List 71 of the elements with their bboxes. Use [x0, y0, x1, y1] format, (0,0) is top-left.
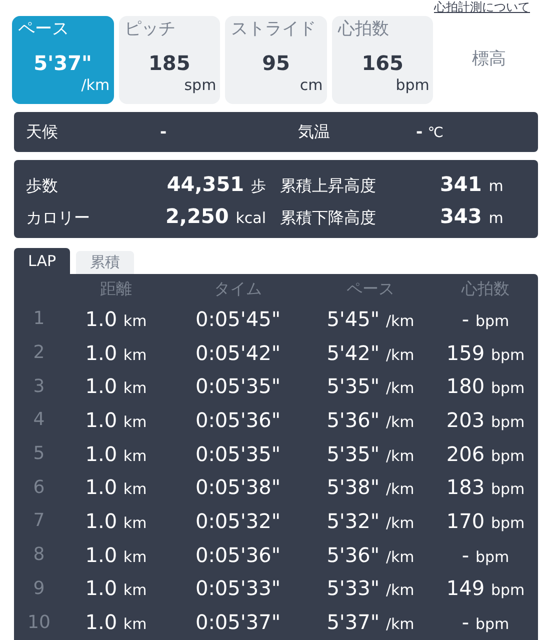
weather-value: -	[160, 121, 167, 143]
distance-cell-text: 1.0 km	[84, 373, 148, 400]
distance-cell-text: 1.0 km	[84, 575, 148, 602]
distance-cell-text: 1.0 km	[84, 406, 148, 434]
distance-cell-text: 1.0 km	[84, 340, 148, 367]
pace-cell-text: 5'38" /km	[326, 474, 416, 502]
distance-cell-text: 1.0 km	[84, 474, 148, 502]
heart-rate-cell-text: - bpm	[460, 609, 510, 636]
column-header: 心拍数	[460, 278, 510, 300]
heart-rate-cell-text: 149 bpm	[445, 575, 526, 602]
metric-tile[interactable]: 心拍数 165 bpm	[332, 16, 434, 104]
heart-rate-cell-text: - bpm	[460, 306, 510, 333]
distance-cell-text: 1.0 km	[84, 609, 148, 636]
time-cell-text: 0:05'33"	[194, 575, 282, 602]
column-header: ペース	[346, 278, 396, 300]
distance-cell-text: 1.0 km	[84, 508, 148, 535]
lap-number: 4	[32, 408, 46, 432]
distance-cell-text: 1.0 km	[84, 542, 148, 569]
pace-cell-text: 5'36" /km	[326, 406, 416, 434]
stat-value: 341 m	[439, 171, 504, 198]
lap-number: 9	[32, 576, 46, 601]
time-cell-text: 0:05'35"	[194, 440, 282, 468]
time-cell-text: 0:05'32"	[194, 508, 282, 535]
stat-value: 343 m	[439, 203, 504, 230]
pace-cell-text: 5'35" /km	[326, 373, 416, 400]
heart-rate-cell-text: 170 bpm	[445, 508, 526, 535]
pace-cell-text: 5'35" /km	[326, 440, 416, 468]
column-header: タイム	[213, 278, 263, 300]
stat-label: 累積下降高度	[279, 207, 377, 229]
heart-rate-info-link[interactable]: 心拍計測について	[434, 0, 530, 15]
heart-rate-cell-text: 206 bpm	[445, 440, 526, 468]
stat-label: カロリー	[26, 207, 91, 229]
time-cell-text: 0:05'45"	[194, 306, 282, 333]
lap-number: 1	[32, 307, 46, 332]
lap-number: 6	[32, 476, 46, 500]
stat-value: 2,250 kcal	[164, 203, 266, 230]
lap-number: 10	[26, 610, 52, 635]
heart-rate-cell-text: 159 bpm	[445, 340, 526, 367]
heart-rate-cell-text: 180 bpm	[445, 373, 526, 400]
pace-cell-text: 5'37" /km	[326, 609, 416, 636]
time-cell-text: 0:05'38"	[194, 474, 282, 502]
lap-number: 5	[32, 442, 46, 466]
time-cell-text: 0:05'36"	[194, 406, 282, 434]
distance-cell-text: 1.0 km	[84, 306, 148, 333]
lap-number: 7	[32, 509, 46, 534]
stat-label: 累積上昇高度	[279, 175, 377, 197]
heart-rate-cell-text: - bpm	[460, 542, 510, 569]
lap-number: 8	[32, 543, 46, 568]
pace-cell-text: 5'45" /km	[326, 306, 416, 333]
pace-cell-text: 5'33" /km	[326, 575, 416, 602]
heart-rate-cell-text: 203 bpm	[445, 406, 526, 434]
metric-tile[interactable]: ストライド 95 cm	[225, 16, 327, 104]
time-cell-text: 0:05'35"	[194, 373, 282, 400]
time-cell-text: 0:05'37"	[194, 609, 282, 636]
stat-label: 歩数	[26, 175, 59, 197]
metric-tile[interactable]: ピッチ 185 spm	[118, 16, 220, 104]
stat-value: 44,351 歩	[166, 171, 266, 198]
distance-cell-text: 1.0 km	[84, 440, 148, 468]
pace-cell-text: 5'42" /km	[326, 340, 416, 367]
lap-number: 2	[32, 341, 46, 366]
time-cell-text: 0:05'36"	[194, 542, 282, 569]
pace-cell-text: 5'36" /km	[326, 542, 416, 569]
weather-label: 天候	[26, 121, 59, 143]
temperature-label: 気温	[298, 121, 330, 143]
tab[interactable]: LAP	[14, 248, 70, 274]
column-header: 距離	[99, 278, 133, 300]
heart-rate-cell-text: 183 bpm	[445, 474, 526, 502]
time-cell-text: 0:05'42"	[194, 340, 282, 367]
pace-cell-text: 5'32" /km	[326, 508, 416, 535]
lap-number: 3	[32, 374, 46, 399]
temperature-value: - ℃	[416, 121, 444, 143]
